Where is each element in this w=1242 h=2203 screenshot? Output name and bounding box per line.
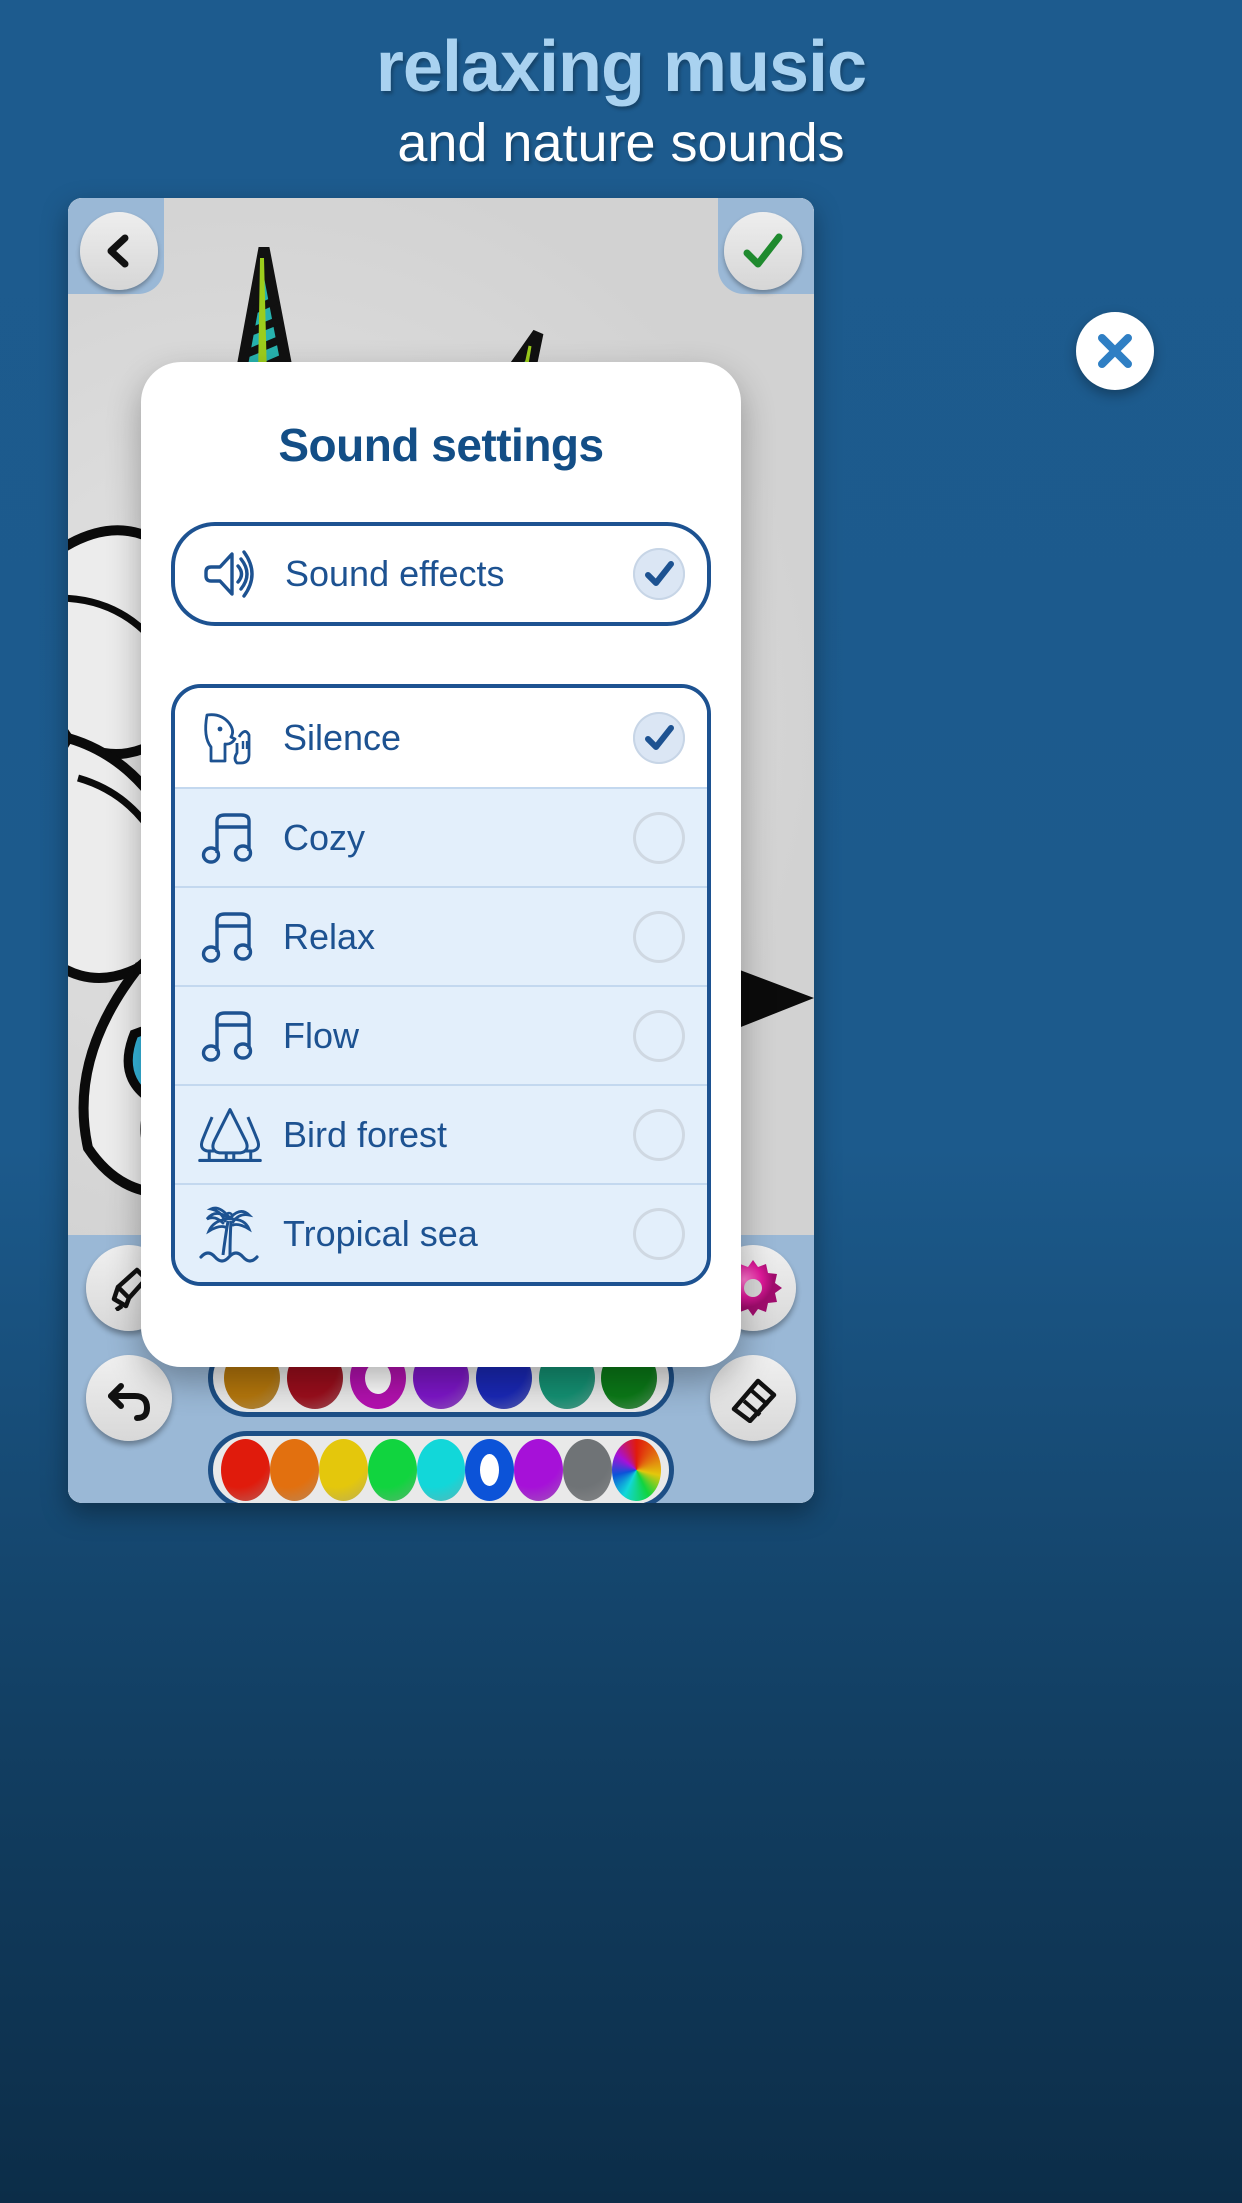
sound-option-radio[interactable]	[633, 911, 685, 963]
bright-color-swatch[interactable]	[563, 1439, 613, 1501]
sound-option-label: Flow	[283, 1014, 360, 1056]
accept-button[interactable]	[724, 212, 802, 290]
sound-effects-label: Sound effects	[285, 553, 505, 594]
sound-option-label: Cozy	[283, 816, 366, 858]
sound-option-row[interactable]: Cozy	[175, 787, 707, 886]
back-button[interactable]	[80, 212, 158, 290]
bright-color-swatch[interactable]	[367, 1439, 417, 1501]
bright-color-swatch[interactable]	[221, 1439, 270, 1501]
shush-face-icon	[197, 705, 263, 771]
sound-option-row[interactable]: Silence	[175, 688, 707, 787]
check-icon	[645, 724, 674, 750]
chevron-left-icon	[107, 234, 129, 268]
check-icon	[645, 561, 674, 586]
sound-option-label: Tropical sea	[283, 1212, 478, 1254]
music-note-icon	[197, 904, 263, 970]
sound-option-row[interactable]: Flow	[175, 985, 707, 1084]
sound-options-list: Silence Cozy Relax Flow Bird forest Trop	[171, 684, 711, 1286]
sound-option-radio[interactable]	[633, 1010, 685, 1062]
bright-color-swatch[interactable]	[269, 1439, 319, 1501]
forest-trees-icon	[197, 1102, 263, 1168]
sound-option-selected-check[interactable]	[633, 711, 685, 764]
bright-color-swatch[interactable]	[318, 1439, 368, 1501]
speaker-waves-icon	[197, 541, 263, 607]
sound-option-radio[interactable]	[633, 1109, 685, 1161]
sound-option-label: Relax	[283, 915, 376, 957]
eraser-icon	[731, 1378, 777, 1423]
sound-option-radio[interactable]	[633, 812, 685, 864]
music-note-icon	[197, 1003, 263, 1069]
sound-option-row[interactable]: Tropical sea	[175, 1183, 707, 1282]
undo-button[interactable]	[86, 1355, 172, 1441]
bright-color-swatch[interactable]	[514, 1439, 564, 1501]
sound-option-row[interactable]: Bird forest	[175, 1084, 707, 1183]
sound-option-radio[interactable]	[633, 1208, 685, 1260]
dialog-title: Sound settings	[278, 419, 604, 471]
music-note-icon	[197, 805, 263, 871]
bright-color-swatch[interactable]	[465, 1439, 515, 1501]
check-icon	[743, 233, 783, 268]
close-dialog-button[interactable]	[1076, 312, 1154, 390]
sound-option-row[interactable]: Relax	[175, 886, 707, 985]
promo-header: relaxing music and nature sounds	[0, 0, 1242, 174]
close-x-icon	[1098, 334, 1132, 368]
bright-color-swatch[interactable]	[612, 1439, 662, 1501]
promo-subtitle: and nature sounds	[397, 112, 845, 173]
palm-island-icon	[197, 1201, 263, 1267]
promo-title: relaxing music	[375, 27, 867, 107]
color-palette-bright[interactable]	[208, 1431, 674, 1503]
bright-color-swatch[interactable]	[416, 1439, 466, 1501]
eraser-button[interactable]	[710, 1355, 796, 1441]
sound-option-label: Bird forest	[283, 1113, 448, 1155]
sound-option-label: Silence	[283, 716, 402, 758]
undo-arrow-icon	[108, 1383, 151, 1421]
sound-effects-checkbox[interactable]	[633, 548, 685, 600]
sound-effects-row[interactable]: Sound effects	[171, 522, 711, 626]
sound-settings-dialog: Sound settings Sound effects Silence Coz…	[141, 362, 741, 1367]
